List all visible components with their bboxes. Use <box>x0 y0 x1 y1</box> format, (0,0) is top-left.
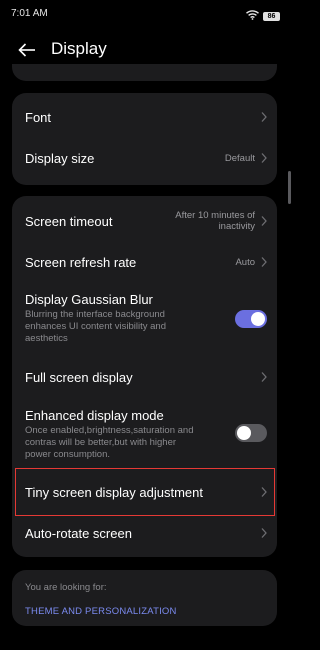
page-title: Display <box>51 39 107 58</box>
status-time: 7:01 AM <box>11 8 48 19</box>
chevron-right-icon <box>261 372 267 382</box>
settings-card-previous <box>12 64 277 81</box>
auto-rotate-label: Auto-rotate screen <box>25 526 132 541</box>
full-screen-display-label: Full screen display <box>25 370 133 385</box>
gaussian-blur-toggle[interactable] <box>235 310 267 328</box>
display-size-value: Default <box>224 153 255 164</box>
full-screen-display-row[interactable]: Full screen display <box>12 358 277 396</box>
settings-card-font: Font Display size Default <box>12 93 277 185</box>
suggestion-card: You are looking for: THEME AND PERSONALI… <box>12 570 277 626</box>
chevron-right-icon <box>261 112 267 122</box>
status-icons: 86 <box>246 7 280 25</box>
gaussian-blur-row: Display Gaussian Blur Blurring the inter… <box>12 280 277 358</box>
status-bar: 7:01 AM 86 <box>0 0 293 26</box>
back-button[interactable] <box>14 38 40 62</box>
enhanced-display-mode-toggle[interactable] <box>235 424 267 442</box>
gaussian-blur-description: Blurring the interface background enhanc… <box>25 309 166 344</box>
enhanced-display-mode-row: Enhanced display mode Once enabled,brigh… <box>12 396 277 468</box>
screen-refresh-rate-label: Screen refresh rate <box>25 255 137 270</box>
suggestion-label: You are looking for: <box>25 582 107 593</box>
battery-icon: 86 <box>263 11 280 21</box>
chevron-right-icon <box>261 528 267 538</box>
toggle-knob <box>237 426 251 440</box>
gaussian-blur-label: Display Gaussian Blur <box>25 292 153 307</box>
display-size-label: Display size <box>25 151 95 166</box>
highlight-box <box>15 468 275 516</box>
screen-timeout-row[interactable]: Screen timeout After 10 minutes of inact… <box>12 196 277 244</box>
suggestion-link[interactable]: THEME AND PERSONALIZATION <box>25 606 177 617</box>
screen-timeout-label: Screen timeout <box>25 214 113 229</box>
arrow-left-icon <box>18 43 35 57</box>
enhanced-display-mode-description: Once enabled,brightness,saturation and c… <box>25 425 194 460</box>
screen-timeout-value: After 10 minutes of inactivity <box>175 210 255 232</box>
chevron-right-icon <box>261 153 267 163</box>
screen-refresh-rate-value: Auto <box>235 257 255 268</box>
chevron-right-icon <box>261 216 267 226</box>
toggle-knob <box>251 312 265 326</box>
font-row[interactable]: Font <box>12 93 277 139</box>
wifi-icon <box>246 7 259 25</box>
scrollbar[interactable] <box>288 171 291 204</box>
chevron-right-icon <box>261 257 267 267</box>
auto-rotate-row[interactable]: Auto-rotate screen <box>12 516 277 557</box>
enhanced-display-mode-label: Enhanced display mode <box>25 408 164 423</box>
screen-refresh-rate-row[interactable]: Screen refresh rate Auto <box>12 244 277 280</box>
font-label: Font <box>25 110 52 125</box>
display-size-row[interactable]: Display size Default <box>12 139 277 185</box>
